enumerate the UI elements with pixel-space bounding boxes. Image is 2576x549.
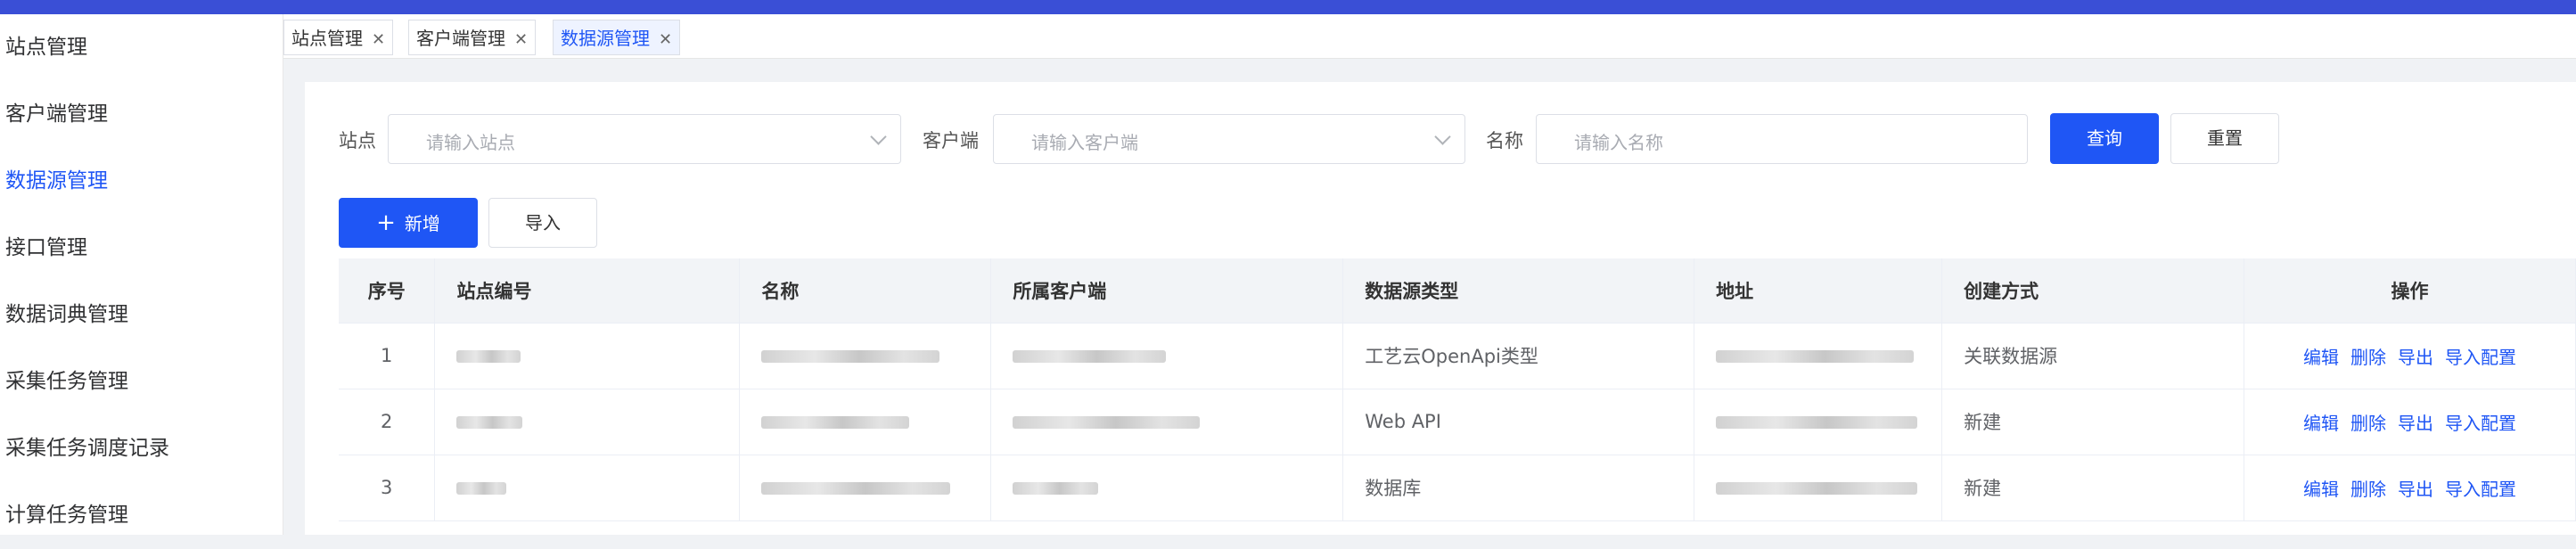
redacted-text: [456, 416, 523, 429]
import-config-link[interactable]: 导入配置: [2445, 479, 2516, 500]
client-cell: [990, 323, 1344, 389]
redacted-text: [761, 350, 940, 363]
table-row: 1 工艺云OpenApi类型 关联数据源 编辑 删除 导出 导入配置: [339, 323, 2576, 389]
chevron-down-icon: [1434, 128, 1451, 145]
tabs-bar: 站点管理 ✕ 客户端管理 ✕ 数据源管理 ✕: [283, 14, 2576, 59]
client-select-placeholder: 请输入客户端: [1031, 132, 1138, 153]
client-select[interactable]: 请输入客户端: [993, 114, 1465, 164]
tab-label: 客户端管理: [416, 28, 505, 49]
datasource-type-cell: 工艺云OpenApi类型: [1342, 323, 1695, 389]
edit-link[interactable]: 编辑: [2303, 479, 2339, 500]
redacted-text: [1716, 350, 1915, 363]
add-button-label: 新增: [404, 213, 440, 234]
export-link[interactable]: 导出: [2398, 413, 2433, 434]
chevron-down-icon: [870, 128, 887, 145]
sidebar-item-interface[interactable]: 接口管理: [0, 215, 283, 282]
sidebar-item-site[interactable]: 站点管理: [0, 14, 283, 81]
edit-link[interactable]: 编辑: [2303, 347, 2339, 368]
name-cell: [739, 455, 992, 521]
sidebar-item-datasource[interactable]: 数据源管理: [0, 148, 283, 215]
redacted-text: [1716, 482, 1918, 495]
create-method-cell: 新建: [1941, 455, 2245, 521]
name-cell: [739, 323, 992, 389]
column-header-create-method: 创建方式: [1941, 258, 2245, 324]
delete-link[interactable]: 删除: [2350, 413, 2386, 434]
tab-label: 数据源管理: [561, 28, 650, 49]
client-cell: [990, 455, 1344, 521]
table-row: 3 数据库 新建 编辑 删除 导出 导入配置: [339, 455, 2576, 521]
name-input-placeholder: 请输入名称: [1574, 132, 1663, 153]
name-cell: [739, 389, 992, 455]
address-cell: [1694, 389, 1943, 455]
edit-link[interactable]: 编辑: [2303, 413, 2339, 434]
address-cell: [1694, 455, 1943, 521]
tab-client[interactable]: 客户端管理 ✕: [408, 20, 537, 55]
tab-datasource[interactable]: 数据源管理 ✕: [553, 20, 681, 55]
table-header-row: 序号 站点编号 名称 所属客户端 数据源类型 地址 创建方式 操作: [339, 258, 2576, 324]
add-button[interactable]: + 新增: [339, 198, 478, 248]
redacted-text: [1716, 416, 1918, 429]
import-button[interactable]: 导入: [488, 198, 597, 248]
tab-label: 站点管理: [291, 28, 363, 49]
row-index: 1: [339, 323, 436, 389]
datasource-table: 序号 站点编号 名称 所属客户端 数据源类型 地址 创建方式 操作 1 工艺云O…: [339, 258, 2576, 521]
redacted-text: [1013, 416, 1201, 429]
row-index: 3: [339, 455, 436, 521]
create-method-cell: 关联数据源: [1941, 323, 2245, 389]
actions-cell: 编辑 删除 导出 导入配置: [2244, 389, 2576, 455]
site-filter-label: 站点: [339, 130, 376, 152]
datasource-type-cell: 数据库: [1342, 455, 1695, 521]
redacted-text: [456, 482, 507, 495]
column-header-datasource-type: 数据源类型: [1342, 258, 1695, 324]
column-header-name: 名称: [739, 258, 992, 324]
import-config-link[interactable]: 导入配置: [2445, 347, 2516, 368]
row-index: 2: [339, 389, 436, 455]
delete-link[interactable]: 删除: [2350, 479, 2386, 500]
site-select[interactable]: 请输入站点: [388, 114, 901, 164]
redacted-text: [761, 416, 910, 429]
top-header-bar: [0, 0, 2576, 14]
redacted-text: [1013, 482, 1099, 495]
close-icon[interactable]: ✕: [372, 30, 385, 49]
actions-cell: 编辑 删除 导出 导入配置: [2244, 455, 2576, 521]
column-header-index: 序号: [339, 258, 436, 324]
column-header-address: 地址: [1694, 258, 1943, 324]
site-code-cell: [434, 323, 741, 389]
column-header-client: 所属客户端: [990, 258, 1344, 324]
client-cell: [990, 389, 1344, 455]
sidebar-item-collect-schedule[interactable]: 采集任务调度记录: [0, 415, 283, 482]
name-input[interactable]: 请输入名称: [1536, 114, 2028, 164]
site-select-placeholder: 请输入站点: [426, 132, 515, 153]
close-icon[interactable]: ✕: [514, 30, 528, 49]
column-header-site-code: 站点编号: [434, 258, 741, 324]
redacted-text: [761, 482, 951, 495]
address-cell: [1694, 323, 1943, 389]
sidebar-item-dictionary[interactable]: 数据词典管理: [0, 282, 283, 348]
table-row: 2 Web API 新建 编辑 删除 导出 导入配置: [339, 389, 2576, 455]
site-code-cell: [434, 389, 741, 455]
close-icon[interactable]: ✕: [659, 30, 672, 49]
sidebar-item-client[interactable]: 客户端管理: [0, 81, 283, 148]
delete-link[interactable]: 删除: [2350, 347, 2386, 368]
site-code-cell: [434, 455, 741, 521]
create-method-cell: 新建: [1941, 389, 2245, 455]
client-filter-label: 客户端: [923, 130, 979, 152]
actions-cell: 编辑 删除 导出 导入配置: [2244, 323, 2576, 389]
redacted-text: [1013, 350, 1167, 363]
plus-icon: +: [376, 209, 396, 236]
sidebar-item-compute-task[interactable]: 计算任务管理: [0, 482, 283, 549]
redacted-text: [456, 350, 521, 363]
export-link[interactable]: 导出: [2398, 347, 2433, 368]
export-link[interactable]: 导出: [2398, 479, 2433, 500]
tab-site[interactable]: 站点管理 ✕: [283, 20, 394, 55]
reset-button[interactable]: 重置: [2170, 113, 2279, 164]
query-button[interactable]: 查询: [2050, 113, 2159, 164]
import-config-link[interactable]: 导入配置: [2445, 413, 2516, 434]
name-filter-label: 名称: [1486, 130, 1523, 152]
column-header-actions: 操作: [2244, 258, 2576, 324]
datasource-type-cell: Web API: [1342, 389, 1695, 455]
sidebar-item-collect-task[interactable]: 采集任务管理: [0, 348, 283, 415]
sidebar: 站点管理 客户端管理 数据源管理 接口管理 数据词典管理 采集任务管理 采集任务…: [0, 14, 283, 535]
